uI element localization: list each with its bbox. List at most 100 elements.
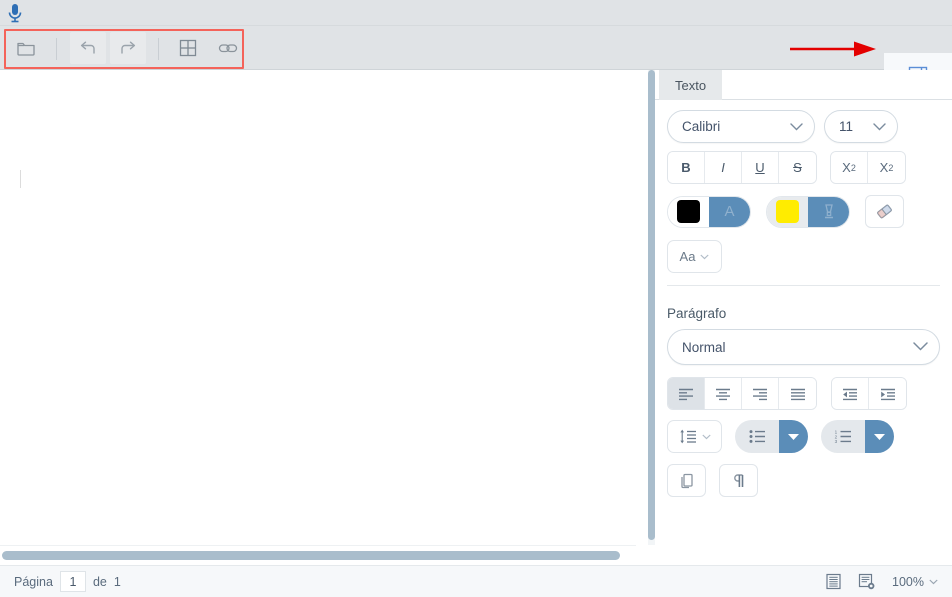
zoom-level[interactable]: 100%	[892, 575, 924, 589]
subscript-button[interactable]: X2	[868, 152, 905, 183]
document-vertical-scrollbar[interactable]	[648, 70, 655, 545]
align-center-icon	[716, 388, 730, 400]
align-left-button[interactable]	[668, 378, 705, 409]
tab-texto[interactable]: Texto	[659, 70, 723, 100]
toolbar-separator	[158, 38, 159, 60]
subscript-base: X	[879, 160, 889, 175]
status-bar-right: 100%	[825, 573, 938, 590]
text-section: Calibri 11 B I U S X 2 X 2 A Aa	[655, 100, 952, 286]
scrollbar-corner	[636, 545, 655, 565]
indent-increase-icon	[880, 388, 895, 400]
page-total: 1	[113, 574, 121, 589]
bullet-list-icon-area[interactable]	[735, 420, 779, 453]
align-justify-icon	[790, 388, 805, 400]
font-color-letter-a: A	[724, 203, 735, 220]
align-center-button[interactable]	[705, 378, 742, 409]
paragraph-section-title: Parágrafo	[667, 306, 727, 321]
page-of-label: de	[92, 574, 107, 589]
font-size-value: 11	[839, 119, 854, 134]
tab-texto-label: Texto	[675, 77, 707, 93]
font-family-value: Calibri	[682, 119, 721, 134]
change-case-label: Aa	[679, 249, 696, 264]
format-tools-row	[667, 464, 940, 497]
open-folder-button[interactable]	[8, 32, 44, 64]
indent-decrease-icon	[843, 388, 857, 400]
document-horizontal-scrollbar[interactable]	[0, 545, 648, 565]
web-layout-icon[interactable]	[858, 573, 876, 590]
paragraph-style-select[interactable]: Normal	[667, 329, 940, 365]
top-strip	[0, 0, 952, 26]
page-label: Página	[14, 574, 53, 589]
text-style-group: B I U S	[667, 151, 817, 184]
document-canvas[interactable]	[0, 70, 648, 545]
redo-button[interactable]	[110, 32, 146, 64]
paragraph-section: Parágrafo Normal 1 2 3	[655, 286, 952, 497]
chevron-down-icon	[701, 434, 711, 439]
font-color-button[interactable]: A	[667, 195, 751, 228]
insert-table-button[interactable]	[170, 32, 206, 64]
svg-text:3: 3	[834, 439, 837, 444]
copy-format-button[interactable]	[667, 464, 706, 497]
highlight-color-dropdown[interactable]	[808, 196, 849, 227]
bold-button[interactable]: B	[668, 152, 705, 183]
font-color-swatch-area[interactable]	[668, 196, 709, 227]
change-case-button[interactable]: Aa	[667, 240, 722, 273]
align-right-icon	[753, 388, 767, 400]
highlight-color-swatch-area[interactable]	[767, 196, 808, 227]
chevron-down-icon[interactable]	[929, 579, 938, 585]
microphone-icon[interactable]	[5, 2, 25, 24]
italic-button[interactable]: I	[705, 152, 742, 183]
pilcrow-icon	[733, 473, 743, 487]
font-color-swatch	[677, 200, 700, 223]
document-page[interactable]	[0, 70, 648, 545]
highlight-color-button[interactable]	[766, 195, 850, 228]
copy-pages-icon	[680, 473, 693, 488]
chevron-down-icon	[700, 254, 710, 259]
eraser-icon	[877, 204, 892, 219]
horizontal-scrollbar-thumb[interactable]	[2, 551, 620, 560]
toolbar-separator	[56, 38, 57, 60]
document-editor-window: Texto Calibri 11 B I U S X 2 X 2 A Aa Pa…	[0, 0, 952, 597]
color-row: A	[667, 195, 940, 228]
script-group: X2 X2	[830, 151, 906, 184]
undo-button[interactable]	[70, 32, 106, 64]
chevron-down-icon	[874, 434, 885, 440]
superscript-button[interactable]: X2	[831, 152, 868, 183]
clear-formatting-button[interactable]	[865, 195, 904, 228]
highlight-color-swatch	[776, 200, 799, 223]
font-color-dropdown[interactable]: A	[709, 196, 750, 227]
bullet-list-icon	[749, 430, 765, 443]
font-row: Calibri 11	[667, 110, 940, 143]
numbered-list-button[interactable]: 1 2 3	[821, 420, 894, 453]
main-toolbar	[0, 26, 952, 96]
text-caret	[20, 170, 21, 188]
chevron-down-icon	[913, 340, 928, 355]
numbered-list-icon-area[interactable]: 1 2 3	[821, 420, 865, 453]
font-family-select[interactable]: Calibri	[667, 110, 815, 143]
superscript-exponent: 2	[850, 162, 856, 173]
font-size-select[interactable]: 11	[824, 110, 898, 143]
indent-group	[831, 377, 907, 410]
increase-indent-button[interactable]	[869, 378, 906, 409]
align-justify-button[interactable]	[779, 378, 816, 409]
page-number-input[interactable]: 1	[59, 571, 86, 592]
bullet-list-button[interactable]	[735, 420, 808, 453]
underline-button[interactable]: U	[742, 152, 779, 183]
alignment-row	[667, 377, 940, 410]
line-spacing-icon	[679, 429, 696, 444]
align-right-button[interactable]	[742, 378, 779, 409]
strikethrough-button[interactable]: S	[779, 152, 816, 183]
insert-link-button[interactable]	[210, 32, 246, 64]
style-row: B I U S X2 X2	[667, 151, 940, 184]
show-formatting-marks-button[interactable]	[719, 464, 758, 497]
highlighter-icon	[824, 204, 833, 219]
bullet-list-dropdown[interactable]	[779, 420, 808, 453]
status-bar: Página 1 de 1 100%	[0, 565, 952, 597]
decrease-indent-button[interactable]	[832, 378, 869, 409]
vertical-scrollbar-thumb[interactable]	[648, 70, 655, 540]
line-spacing-button[interactable]	[667, 420, 722, 453]
chevron-down-icon	[873, 119, 886, 134]
panel-tabbar: Texto	[655, 70, 952, 100]
numbered-list-dropdown[interactable]	[865, 420, 894, 453]
print-layout-icon[interactable]	[825, 573, 842, 590]
